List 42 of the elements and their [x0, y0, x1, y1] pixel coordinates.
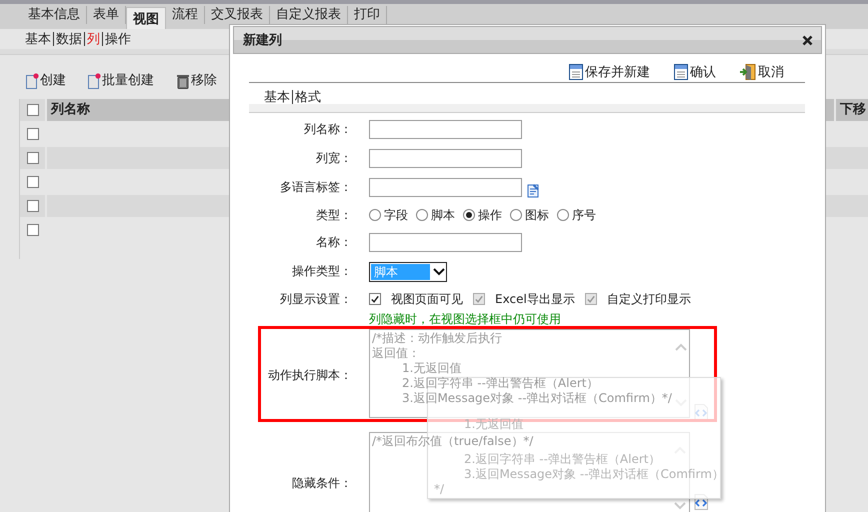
- script-line: 1.无返回值: [401, 361, 462, 376]
- field-label: 类型：: [315, 206, 352, 224]
- toolbar-button[interactable]: 批量创建: [88, 71, 154, 89]
- sub-tab[interactable]: 列: [85, 30, 102, 48]
- script-line: 3.返回Message对象 --弹出对话框（Comfirm）*/: [401, 391, 672, 406]
- field-label: 操作类型：: [291, 263, 352, 280]
- radio-label: 图标: [525, 206, 549, 224]
- radio-label: 序号: [572, 206, 596, 224]
- sub-tab[interactable]: 操作: [103, 30, 133, 48]
- checkbox-label: Excel导出显示: [495, 290, 575, 308]
- field-label: 动作执行脚本：: [267, 367, 352, 384]
- script-line: 返回值：: [372, 346, 421, 361]
- radio-label: 字段: [384, 206, 408, 224]
- action-button[interactable]: 取消: [740, 62, 784, 82]
- column-header: 下移: [836, 99, 868, 121]
- radio-label: 操作: [478, 206, 502, 224]
- tooltip-line: 3.返回Message对象 --弹出对话框（Comfirm）: [463, 467, 720, 482]
- field-label: 多语言标签：: [279, 179, 352, 196]
- field-label: 列显示设置：: [279, 290, 352, 308]
- toolbar-button[interactable]: 移除: [176, 71, 217, 89]
- sub-tab[interactable]: 数据: [54, 30, 84, 48]
- radio-label: 脚本: [431, 206, 455, 224]
- tab[interactable]: 基本信息: [22, 6, 87, 24]
- tab[interactable]: 流程: [166, 6, 205, 24]
- hint-text: 列隐藏时，在视图选择框中仍可使用: [369, 312, 562, 326]
- dialog-title: 新建列: [243, 32, 282, 49]
- action-button[interactable]: 确认: [674, 62, 716, 82]
- script-line: /*返回布尔值（true/false）*/: [372, 434, 534, 449]
- field-label: 列名称：: [303, 121, 352, 138]
- script-line: 2.返回字符串 --弹出警告框（Alert）: [401, 376, 600, 391]
- field-label: 名称：: [315, 234, 352, 251]
- field-label: 隐藏条件：: [291, 475, 352, 492]
- tooltip-line: */: [434, 482, 446, 497]
- toolbar-button[interactable]: 创建: [26, 71, 66, 89]
- field-label: 列宽：: [315, 150, 352, 167]
- tab[interactable]: 视图: [126, 7, 166, 29]
- action-button[interactable]: 保存并新建: [569, 62, 650, 82]
- checkbox-label: 自定义打印显示: [606, 290, 691, 308]
- tooltip-line: 2.返回字符串 --弹出警告框（Alert）: [463, 452, 662, 467]
- sub-tab[interactable]: 基本: [23, 30, 53, 48]
- checkbox-label: 视图页面可见: [391, 290, 463, 308]
- script-line: /*描述：动作触发后执行: [372, 331, 504, 346]
